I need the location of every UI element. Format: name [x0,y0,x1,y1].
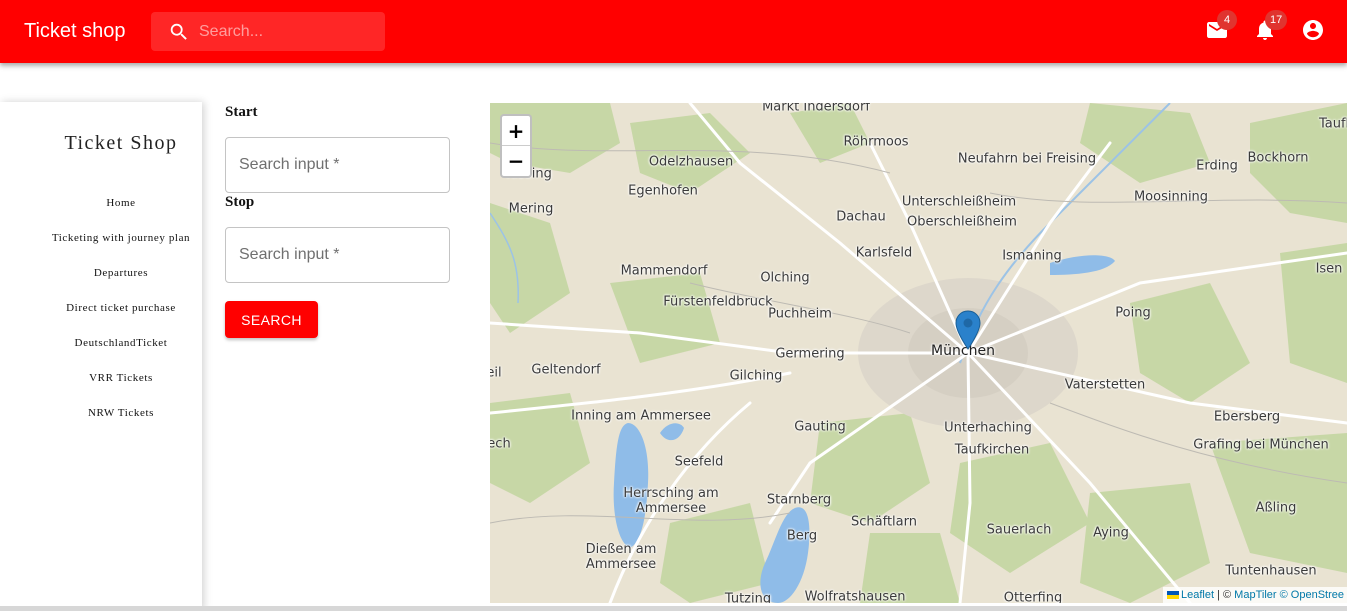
account-button[interactable] [1301,18,1327,44]
map-label: Geltendorf [531,362,601,378]
map-label: Egenhofen [628,183,698,199]
map-label: Ismaning [1002,248,1062,264]
ukraine-flag-icon [1167,591,1179,600]
map-label: Vaterstetten [1064,377,1146,393]
map-label: Taufk [1318,116,1347,132]
stop-label: Stop [225,194,255,210]
map-label: Tuntenhausen [1225,563,1317,579]
zoom-in-button[interactable]: + [502,116,530,146]
sidebar-item-departures[interactable]: Departures [0,267,242,279]
sidebar-item-ticketing-journey-plan[interactable]: Ticketing with journey plan [0,232,242,244]
sidebar-item-direct-ticket-purchase[interactable]: Direct ticket purchase [0,302,242,314]
map-label: Berg [786,528,818,544]
map-label: Puchheim [768,306,832,322]
sidebar-item-home[interactable]: Home [0,197,242,209]
sidebar-item-vrr-tickets[interactable]: VRR Tickets [0,372,242,384]
stop-input[interactable] [225,227,450,283]
map-label: Unterschleißheim [901,194,1017,210]
map-label: Dachau [836,209,886,225]
map-attribution: Leaflet | © MapTiler © OpenStree [1163,587,1347,603]
app-bar: Ticket shop 4 17 [0,0,1347,63]
map-label: Starnberg [766,492,832,508]
osm-link[interactable]: © OpenStree [1280,589,1344,601]
map-label: Unterhaching [944,420,1032,436]
map-label: Gauting [794,419,846,435]
sidebar-item-nrw-tickets[interactable]: NRW Tickets [0,407,242,419]
map-label: eil [490,365,502,381]
map-marker-icon[interactable] [955,310,981,350]
map-label: Grafing bei München [1193,437,1329,453]
map-label: ech [490,436,511,452]
map[interactable]: Markt Indersdorf Röhrmoos Neufahrn bei F… [490,103,1347,603]
search-icon [170,23,187,40]
map-label: Tutzing [724,591,772,604]
map-label: Neufahrn bei Freising [957,151,1097,167]
map-label: Aying [1093,525,1129,541]
search-input[interactable] [199,12,379,51]
map-label: Mammendorf [620,263,708,279]
map-label: Fürstenfeldbruck [663,294,773,310]
zoom-control: + − [500,114,532,178]
start-input[interactable] [225,137,450,193]
map-label: Röhrmoos [843,134,909,150]
map-label: Olching [760,270,810,286]
map-label: Wolfratshausen [804,589,906,604]
map-label: Gilching [729,368,783,384]
zoom-out-button[interactable]: − [502,146,530,176]
notifications-button[interactable]: 17 [1253,10,1288,44]
map-label: Aßling [1255,500,1297,516]
map-label: Poing [1115,305,1151,321]
search-button[interactable]: SEARCH [225,301,318,338]
horizontal-scrollbar[interactable] [0,606,1347,611]
map-base-layer [490,103,1347,603]
sidebar [0,102,202,611]
sidebar-item-deutschlandticket[interactable]: DeutschlandTicket [0,337,242,349]
map-label: Karlsfeld [855,245,913,261]
map-label: Dießen am Ammersee [585,542,657,572]
map-label: Bockhorn [1247,150,1309,166]
map-label: Moosinning [1133,189,1209,205]
map-label: Ebersberg [1213,409,1281,425]
leaflet-link[interactable]: Leaflet [1181,589,1214,601]
account-circle-icon [1303,20,1323,40]
map-label: Inning am Ammersee [571,408,711,424]
search-box[interactable] [151,12,385,51]
maptiler-link[interactable]: MapTiler [1234,589,1276,601]
map-label: Erding [1196,158,1238,174]
map-label: Isen [1315,261,1343,277]
sidebar-title: Ticket Shop [64,132,178,154]
mail-badge: 4 [1217,10,1237,30]
map-label: Germering [775,346,845,362]
map-label: Sauerlach [986,522,1052,538]
map-label: Odelzhausen [648,154,734,170]
map-label: Herrsching am Ammersee [623,486,719,516]
map-label: Schäftlarn [851,514,917,530]
app-title[interactable]: Ticket shop [24,18,126,44]
mail-button[interactable]: 4 [1205,10,1237,44]
map-label: Taufkirchen [954,442,1030,458]
attribution-separator: | © [1214,589,1235,601]
notifications-badge: 17 [1265,10,1288,30]
start-label: Start [225,104,258,120]
map-label: Seefeld [674,454,724,470]
map-label: Markt Indersdorf [762,103,870,115]
map-label: Oberschleißheim [907,214,1017,230]
map-label: Otterfing [1003,590,1063,604]
map-label: Mering [508,201,554,217]
